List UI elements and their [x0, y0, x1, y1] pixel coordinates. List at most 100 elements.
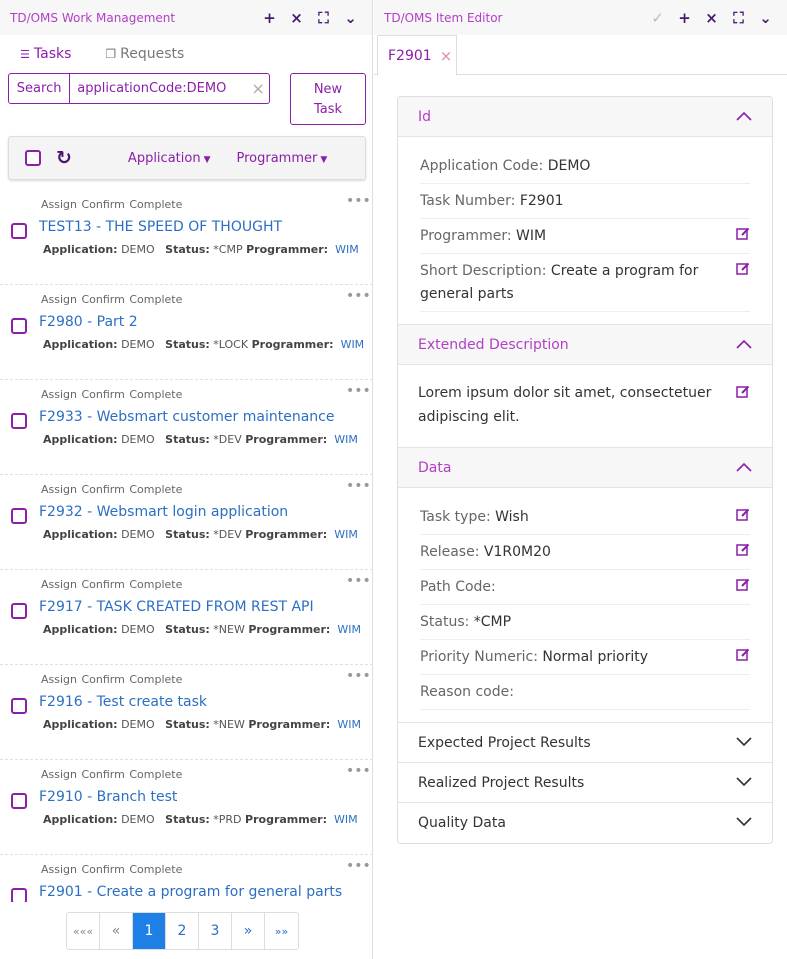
panel-title: TD/OMS Item Editor — [384, 10, 503, 25]
task-checkbox[interactable] — [11, 318, 27, 334]
task-checkbox[interactable] — [11, 698, 27, 714]
edit-icon[interactable] — [728, 227, 750, 247]
add-icon[interactable]: + — [671, 9, 698, 27]
field-priority-numeric: Priority Numeric: Normal priority — [420, 640, 750, 675]
section-realized-results-header[interactable]: Realized Project Results — [398, 763, 772, 803]
more-icon[interactable]: ••• — [346, 288, 371, 304]
chevron-down-icon[interactable]: ⌄ — [337, 9, 364, 27]
task-title-link[interactable]: F2901 - Create a program for general par… — [39, 884, 342, 900]
edit-icon[interactable] — [728, 648, 750, 668]
application-dropdown[interactable]: Application ▼ — [128, 151, 211, 166]
chevron-down-icon — [736, 735, 752, 751]
search-button[interactable]: Search — [9, 74, 71, 103]
edit-icon[interactable] — [728, 543, 750, 563]
task-checkbox[interactable] — [11, 413, 27, 429]
maximize-icon[interactable]: ⛶ — [725, 9, 752, 27]
section-id-body: Application Code: DEMO Task Number: F290… — [398, 137, 772, 325]
maximize-icon[interactable]: ⛶ — [310, 9, 337, 27]
page-2-button[interactable]: 2 — [166, 913, 199, 949]
field-status: Status: *CMP — [420, 605, 750, 640]
list-item: Assign Confirm Complete ••• TEST13 - THE… — [0, 190, 373, 285]
task-actions[interactable]: Assign Confirm Complete — [41, 293, 182, 306]
more-icon[interactable]: ••• — [346, 668, 371, 684]
page-1-button[interactable]: 1 — [133, 913, 166, 949]
edit-icon[interactable] — [728, 578, 750, 598]
chevron-down-icon[interactable]: ⌄ — [752, 9, 779, 27]
task-actions[interactable]: Assign Confirm Complete — [41, 483, 182, 496]
task-title-link[interactable]: TEST13 - THE SPEED OF THOUGHT — [39, 219, 282, 235]
page-prev-button[interactable]: « — [100, 913, 133, 949]
task-checkbox[interactable] — [11, 508, 27, 524]
task-title-link[interactable]: F2933 - Websmart customer maintenance — [39, 409, 334, 425]
list-item: Assign Confirm Complete ••• F2933 - Webs… — [0, 380, 373, 475]
task-actions[interactable]: Assign Confirm Complete — [41, 673, 182, 686]
task-actions[interactable]: Assign Confirm Complete — [41, 863, 182, 876]
more-icon[interactable]: ••• — [346, 858, 371, 874]
tab-tasks[interactable]: ☰ Tasks — [20, 46, 71, 62]
work-management-panel: TD/OMS Work Management + × ⛶ ⌄ ☰ Tasks ❐… — [0, 0, 373, 959]
work-management-header: TD/OMS Work Management + × ⛶ ⌄ — [0, 0, 372, 35]
more-icon[interactable]: ••• — [346, 193, 371, 209]
section-id-header[interactable]: Id — [398, 97, 772, 137]
task-toolbar: ↻ Application ▼ Programmer ▼ — [8, 136, 366, 180]
field-release: Release: V1R0M20 — [420, 535, 750, 570]
task-actions[interactable]: Assign Confirm Complete — [41, 388, 182, 401]
section-data-header[interactable]: Data — [398, 448, 772, 488]
list-item: Assign Confirm Complete ••• F2932 - Webs… — [0, 475, 373, 570]
edit-icon[interactable] — [728, 383, 750, 403]
field-application-code: Application Code: DEMO — [420, 149, 750, 184]
chevron-up-icon — [736, 460, 752, 476]
edit-icon[interactable] — [728, 508, 750, 528]
more-icon[interactable]: ••• — [346, 763, 371, 779]
task-title-link[interactable]: F2932 - Websmart login application — [39, 504, 288, 520]
item-editor-header: TD/OMS Item Editor ✓ + × ⛶ ⌄ — [374, 0, 787, 35]
select-all-checkbox[interactable] — [25, 150, 41, 166]
task-title-link[interactable]: F2910 - Branch test — [39, 789, 177, 805]
left-tabs: ☰ Tasks ❐ Requests — [0, 35, 372, 73]
check-icon[interactable]: ✓ — [644, 9, 671, 27]
page-3-button[interactable]: 3 — [199, 913, 232, 949]
task-accordion: Id Application Code: DEMO Task Number: F… — [397, 96, 773, 844]
section-extended-description-header[interactable]: Extended Description — [398, 325, 772, 365]
section-extended-description-body: Lorem ipsum dolor sit amet, consectetuer… — [398, 365, 772, 448]
clear-search-icon[interactable]: × — [247, 74, 269, 103]
search-input[interactable] — [70, 74, 248, 103]
task-actions[interactable]: Assign Confirm Complete — [41, 578, 182, 591]
task-title-link[interactable]: F2916 - Test create task — [39, 694, 207, 710]
list-item: Assign Confirm Complete ••• F2916 - Test… — [0, 665, 373, 760]
page-next-button[interactable]: » — [232, 913, 265, 949]
close-icon[interactable]: × — [698, 9, 725, 27]
task-checkbox[interactable] — [11, 223, 27, 239]
section-expected-results-header[interactable]: Expected Project Results — [398, 723, 772, 763]
close-icon[interactable]: × — [283, 9, 310, 27]
more-icon[interactable]: ••• — [346, 383, 371, 399]
programmer-dropdown[interactable]: Programmer ▼ — [236, 151, 327, 166]
caret-down-icon: ▼ — [203, 154, 211, 165]
task-title-link[interactable]: F2980 - Part 2 — [39, 314, 138, 330]
new-task-button[interactable]: New Task — [290, 73, 366, 125]
task-checkbox[interactable] — [11, 603, 27, 619]
task-title-link[interactable]: F2917 - TASK CREATED FROM REST API — [39, 599, 314, 615]
list-item: Assign Confirm Complete ••• F2980 - Part… — [0, 285, 373, 380]
list-item: Assign Confirm Complete ••• F2901 - Crea… — [0, 855, 373, 902]
page-last-button[interactable]: »» — [265, 913, 298, 949]
task-actions[interactable]: Assign Confirm Complete — [41, 768, 182, 781]
tasks-list-icon: ☰ — [20, 47, 30, 61]
search-group: Search × — [8, 73, 270, 104]
more-icon[interactable]: ••• — [346, 478, 371, 494]
tab-requests[interactable]: ❐ Requests — [105, 46, 184, 62]
add-icon[interactable]: + — [256, 9, 283, 27]
task-actions[interactable]: Assign Confirm Complete — [41, 198, 182, 211]
field-task-type: Task type: Wish — [420, 500, 750, 535]
task-checkbox[interactable] — [11, 888, 27, 902]
tab-f2901[interactable]: F2901 × — [377, 35, 457, 76]
more-icon[interactable]: ••• — [346, 573, 371, 589]
section-quality-data-header[interactable]: Quality Data — [398, 803, 772, 843]
task-checkbox[interactable] — [11, 793, 27, 809]
panel-title: TD/OMS Work Management — [10, 10, 176, 25]
refresh-icon[interactable]: ↻ — [56, 147, 72, 169]
search-row: Search × New Task — [8, 73, 366, 125]
page-first-button[interactable]: ««« — [67, 913, 100, 949]
close-tab-icon[interactable]: × — [440, 47, 453, 65]
edit-icon[interactable] — [728, 262, 750, 282]
